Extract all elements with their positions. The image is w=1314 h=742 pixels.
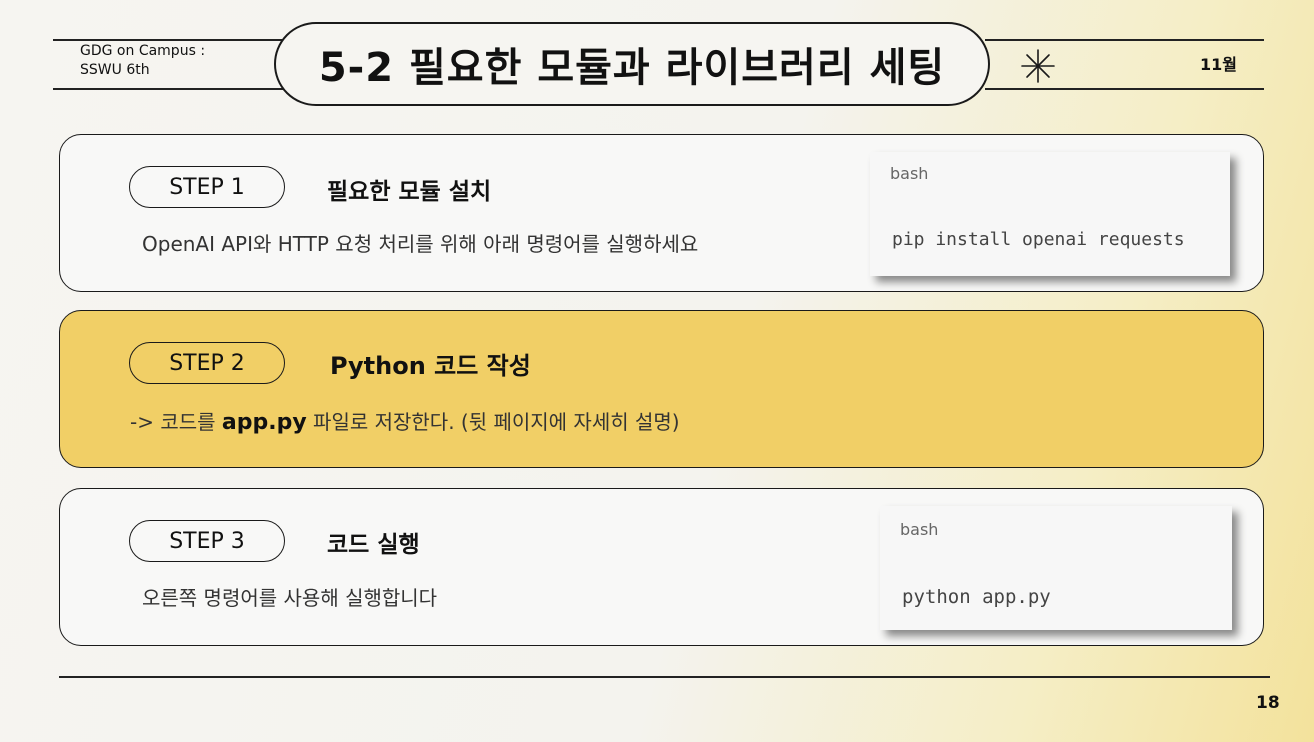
header-bottom-rule-left	[53, 88, 283, 90]
step-3-code-lang: bash	[900, 520, 939, 539]
step-3-badge: STEP 3	[129, 520, 285, 562]
step-2-badge-label: STEP 2	[169, 350, 245, 376]
header-top-rule-left	[53, 39, 283, 41]
page-number: 18	[1256, 693, 1280, 713]
step-1-code-block: bash pip install openai requests	[870, 152, 1230, 276]
page-title-text: 5-2 필요한 모듈과 라이브러리 세팅	[318, 45, 946, 91]
month-label: 11월	[1200, 55, 1237, 74]
step-3-badge-label: STEP 3	[169, 528, 245, 554]
header-top-rule-right	[985, 39, 1264, 41]
step-2-description-prefix: -> 코드를	[130, 410, 222, 434]
step-2-title: Python 코드 작성	[330, 352, 531, 380]
step-2-description: -> 코드를 app.py 파일로 저장한다. (뒷 페이지에 자세히 설명)	[130, 406, 680, 435]
step-1-code-lang: bash	[890, 164, 929, 183]
step-3-code-block: bash python app.py	[880, 506, 1232, 630]
step-3-title: 코드 실행	[327, 532, 420, 558]
page-title: 5-2 필요한 모듈과 라이브러리 세팅	[274, 22, 990, 106]
step-2-badge: STEP 2	[129, 342, 285, 384]
footer-rule	[59, 676, 1270, 678]
step-3-code-command: python app.py	[902, 586, 1051, 608]
step-2-description-suffix: 파일로 저장한다. (뒷 페이지에 자세히 설명)	[306, 410, 680, 434]
step-1-card: STEP 1 필요한 모듈 설치 OpenAI API와 HTTP 요청 처리를…	[59, 134, 1264, 292]
step-1-description: OpenAI API와 HTTP 요청 처리를 위해 아래 명령어를 실행하세요	[142, 232, 699, 256]
sparkle-icon	[1021, 49, 1055, 83]
step-2-description-file: app.py	[221, 410, 307, 435]
step-1-code-command: pip install openai requests	[892, 229, 1185, 250]
step-1-badge-label: STEP 1	[169, 174, 245, 200]
step-3-card: STEP 3 코드 실행 오른쪽 명령어를 사용해 실행합니다 bash pyt…	[59, 488, 1264, 646]
org-label: GDG on Campus : SSWU 6th	[80, 43, 206, 78]
step-3-description: 오른쪽 명령어를 사용해 실행합니다	[142, 586, 438, 610]
step-1-title: 필요한 모듈 설치	[327, 179, 492, 205]
header-bottom-rule-right	[985, 88, 1264, 90]
step-1-badge: STEP 1	[129, 166, 285, 208]
step-2-card: STEP 2 Python 코드 작성 -> 코드를 app.py 파일로 저장…	[59, 310, 1264, 468]
